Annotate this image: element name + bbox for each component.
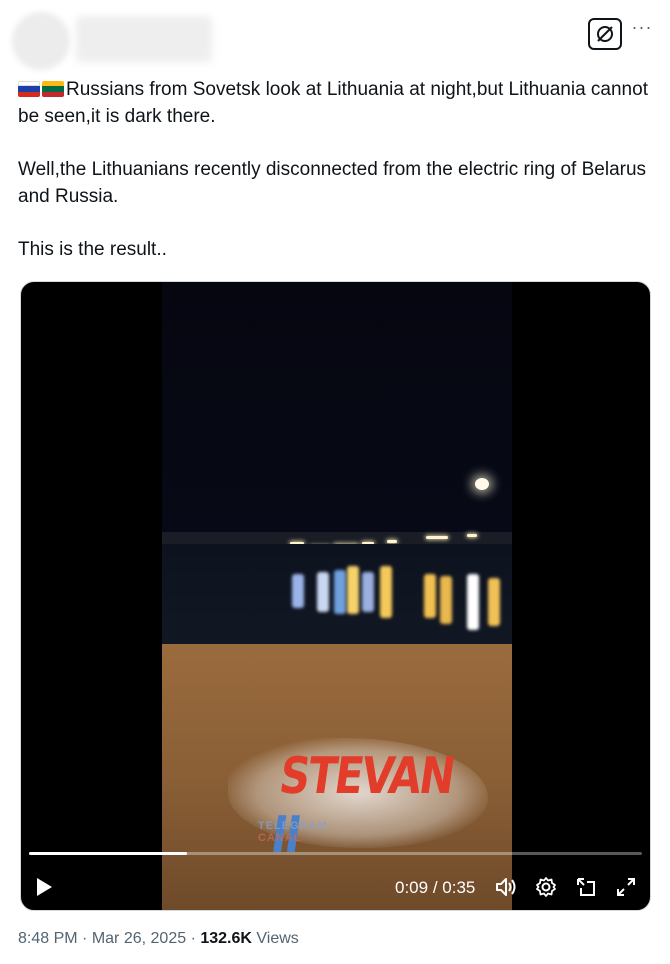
dock-button[interactable] — [573, 874, 599, 900]
light-reflection — [362, 572, 374, 612]
light-reflection — [347, 566, 359, 614]
volume-button[interactable] — [493, 874, 519, 900]
duration: 0:35 — [442, 878, 476, 897]
light-reflection — [467, 574, 479, 630]
light-reflection — [380, 566, 392, 618]
light-reflection — [317, 572, 329, 612]
shore-light — [387, 540, 397, 543]
tweet-paragraph-2: Well,the Lithuanians recently disconnect… — [18, 159, 647, 207]
tweet-header: ··· — [0, 0, 670, 70]
settings-button[interactable] — [533, 874, 559, 900]
light-reflection — [334, 570, 346, 614]
video-time: 0:09 / 0:35 — [395, 878, 475, 898]
light-reflection — [292, 574, 304, 608]
play-button[interactable] — [31, 874, 57, 900]
water — [162, 544, 512, 644]
meta-separator: · — [190, 930, 196, 947]
time-separator: / — [432, 878, 438, 897]
author-name-redacted[interactable] — [76, 16, 212, 62]
views-count[interactable]: 132.6K — [200, 930, 252, 947]
tweet-paragraph-1: Russians from Sovetsk look at Lithuania … — [18, 76, 648, 130]
post-time[interactable]: 8:48 PM — [18, 930, 78, 947]
grok-icon — [597, 26, 613, 42]
tweet-meta: 8:48 PM · Mar 26, 2025 · 132.6K Views — [18, 930, 299, 948]
video-progress-fill — [29, 852, 187, 855]
play-icon — [37, 878, 52, 896]
tweet-paragraph-3: This is the result.. — [18, 239, 167, 260]
post-date[interactable]: Mar 26, 2025 — [92, 930, 186, 947]
more-options-button[interactable]: ··· — [628, 18, 656, 44]
meta-separator: · — [82, 930, 88, 947]
lithuania-flag-icon — [42, 81, 64, 97]
light-reflection — [488, 578, 500, 626]
settings-icon — [536, 877, 556, 897]
grok-button[interactable] — [588, 18, 622, 50]
tweet-line-1: Russians from Sovetsk look at Lithuania … — [18, 79, 648, 127]
distant-light — [475, 478, 489, 490]
watermark-brand-a: STEVAN — [276, 746, 458, 805]
shore-light — [426, 536, 448, 539]
volume-icon — [496, 878, 516, 896]
light-reflection — [440, 576, 452, 624]
fullscreen-button[interactable] — [613, 874, 639, 900]
avatar[interactable] — [12, 12, 70, 70]
shore-light — [467, 534, 477, 537]
watermark-subtitle: TELEGRAM CANAL — [258, 820, 328, 844]
light-reflection — [424, 574, 436, 618]
views-label: Views — [256, 930, 299, 947]
far-shore — [162, 532, 512, 544]
tweet-text: Russians from Sovetsk look at Lithuania … — [18, 76, 648, 263]
watermark-brand: STEVAN II — [268, 746, 457, 864]
dock-icon — [577, 878, 595, 896]
fullscreen-icon — [617, 878, 635, 896]
current-time: 0:09 — [395, 878, 429, 897]
watermark-sub-a: TELEGRAM — [258, 820, 328, 832]
russia-flag-icon — [18, 81, 40, 97]
watermark-sub-b: CANAL — [258, 832, 302, 844]
